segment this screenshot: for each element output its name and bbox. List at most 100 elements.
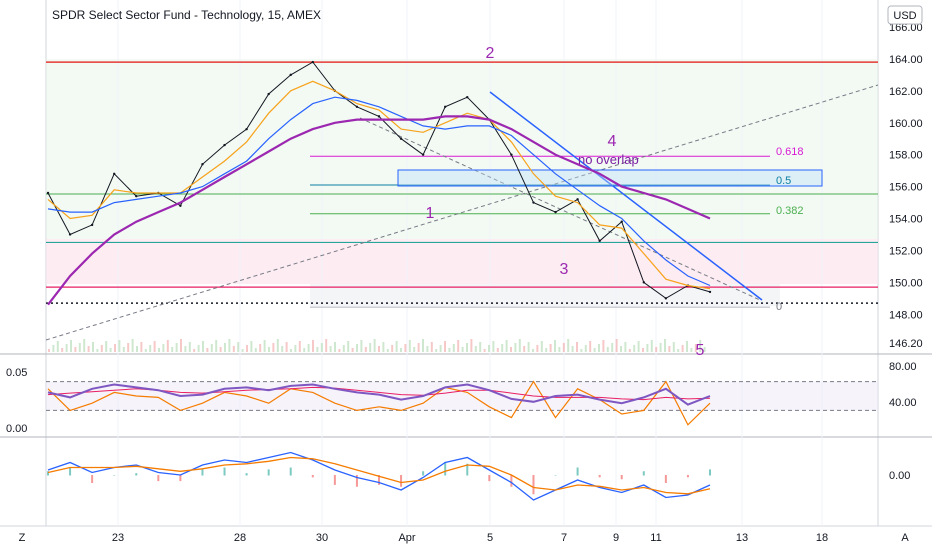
macd-histogram-bar <box>686 475 689 478</box>
volume-bar <box>246 345 248 352</box>
volume-bar <box>74 347 77 352</box>
volume-bar <box>391 345 394 352</box>
volume-bar <box>237 342 240 352</box>
volume-bar <box>633 345 636 352</box>
volume-bar <box>466 343 468 352</box>
price-point <box>532 201 535 204</box>
time-tick: 9 <box>613 532 619 544</box>
volume-bar <box>659 343 662 352</box>
volume-bar <box>294 345 297 352</box>
volume-bar <box>686 341 688 352</box>
price-tick: 164.00 <box>889 54 923 66</box>
volume-bar <box>439 345 442 352</box>
volume-bar <box>92 342 94 352</box>
volume-bar <box>285 342 288 352</box>
price-point <box>554 210 557 214</box>
volume-bar <box>488 345 490 352</box>
volume-bar <box>510 347 512 352</box>
volume-bar <box>518 339 521 352</box>
price-tick: 158.00 <box>889 150 923 162</box>
volume-bar <box>501 344 504 352</box>
volume-bar <box>316 347 319 352</box>
volume-bar <box>83 339 86 352</box>
fib-618-label: 0.618 <box>776 146 804 158</box>
auto-scale-toggle[interactable]: A <box>901 532 909 544</box>
price-tick: 150.00 <box>889 277 923 289</box>
volume-bar <box>140 342 143 352</box>
volume-bar <box>461 347 464 352</box>
volume-bar <box>452 344 455 352</box>
rsi-right-tick: 80.00 <box>889 361 917 373</box>
volume-bar <box>677 349 680 352</box>
volume-bar <box>567 339 570 352</box>
volume-bar <box>479 342 482 352</box>
price-point <box>311 60 314 64</box>
macd-histogram-bar <box>289 467 292 476</box>
volume-bar <box>224 343 226 352</box>
volume-bar <box>268 347 270 352</box>
price-tick: 148.00 <box>889 309 923 321</box>
volume-bar <box>382 342 385 352</box>
price-point <box>355 105 359 108</box>
volume-bar <box>70 340 72 352</box>
volume-bar <box>681 345 684 352</box>
price-point <box>620 220 623 223</box>
volume-bar <box>276 339 279 352</box>
volume-bar <box>100 345 103 352</box>
macd-histogram-bar <box>400 475 403 487</box>
volume-bar <box>87 346 90 352</box>
macd-histogram-bar <box>709 469 711 476</box>
volume-bar <box>514 343 517 352</box>
z-toggle[interactable]: Z <box>19 532 26 544</box>
price-point <box>46 191 50 195</box>
time-tick: 5 <box>487 532 493 544</box>
volume-bar <box>430 342 433 352</box>
macd-histogram-bar <box>223 467 226 476</box>
volume-bar <box>166 340 169 352</box>
price-tick: 156.00 <box>889 182 923 194</box>
volume-bar <box>492 341 495 352</box>
trading-chart[interactable]: 1 2 3 4 5 no overlap 0.618 0.5 0.382 0 1… <box>0 0 932 550</box>
volume-bar <box>444 341 446 352</box>
macd-histogram-bar <box>664 475 667 483</box>
volume-bar <box>338 349 341 352</box>
volume-bar <box>122 347 125 352</box>
volume-bar <box>329 346 332 352</box>
price-point <box>223 143 226 147</box>
rsi-left-tick: 0.05 <box>6 367 27 379</box>
volume-bar <box>378 346 380 352</box>
volume-bar <box>540 341 543 352</box>
macd-histogram-bar <box>598 475 601 478</box>
price-tick: 146.20 <box>889 338 923 350</box>
volume-bar <box>360 340 363 352</box>
macd-histogram-bar <box>245 473 248 476</box>
macd-histogram-bar <box>113 475 116 476</box>
price-point <box>90 223 94 227</box>
price-point <box>113 172 116 176</box>
macd-histogram-bar <box>135 473 138 476</box>
volume-bar <box>672 342 675 352</box>
volume-bar <box>576 342 578 352</box>
volume-bar <box>602 340 605 352</box>
volume-bar <box>52 345 55 352</box>
volume-bar <box>668 346 671 352</box>
volume-bar <box>96 349 99 352</box>
volume-bar <box>637 341 640 352</box>
volume-bar <box>655 347 658 352</box>
price-point <box>399 137 403 140</box>
price-point <box>179 204 182 207</box>
macd-histogram-bar <box>488 475 491 482</box>
volume-bar <box>105 341 108 352</box>
price-point <box>135 194 138 198</box>
volume-bar <box>263 340 266 352</box>
price-point <box>510 153 513 156</box>
volume-bar <box>690 348 693 352</box>
volume-bar <box>351 348 354 352</box>
volume-bar <box>298 341 301 352</box>
price-point <box>201 163 204 166</box>
volume-bar <box>505 340 508 352</box>
wave-3-label: 3 <box>560 261 569 278</box>
macd-histogram-bar <box>69 467 72 476</box>
overlap-box[interactable] <box>397 169 823 187</box>
macd-histogram-bar <box>642 471 645 476</box>
